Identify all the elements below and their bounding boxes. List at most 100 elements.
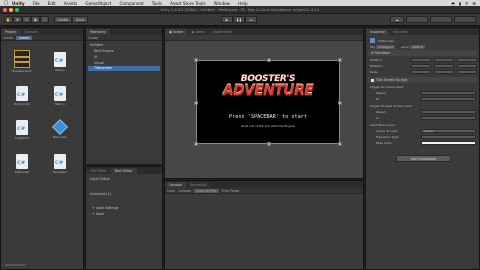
rotation-z-field[interactable] xyxy=(457,64,477,68)
list-icon[interactable]: ☰ xyxy=(472,1,476,6)
object-field[interactable] xyxy=(421,110,476,114)
resize-handle[interactable] xyxy=(338,58,342,62)
menu-assets[interactable]: Assets xyxy=(64,1,78,6)
tab-rect-editor[interactable]: Rect Editor xyxy=(110,168,137,174)
transform-header[interactable]: ✥ Transform xyxy=(368,50,477,56)
menu-edit[interactable]: Edit xyxy=(48,1,56,6)
cloud-button[interactable]: ☁ xyxy=(390,16,404,23)
console-clear-button[interactable]: Clear xyxy=(167,189,175,193)
rotation-y-field[interactable] xyxy=(434,64,454,68)
layer-item-unlocked[interactable]: Unlocked (1) xyxy=(90,192,111,196)
scale-y-field[interactable] xyxy=(434,70,454,74)
resize-handle[interactable] xyxy=(194,101,198,105)
console-subbar: Clear Collapse Clear on Play Error Pause xyxy=(165,188,363,194)
layers-dropdown[interactable] xyxy=(430,16,452,23)
menu-unity[interactable]: Unity xyxy=(12,1,25,6)
menu-tools[interactable]: Tools xyxy=(152,1,162,6)
checkbox-icon[interactable] xyxy=(371,78,374,82)
project-assets-tab[interactable]: Assets xyxy=(16,35,33,40)
section-new-screen[interactable]: Toggle On New Screen Load xyxy=(370,103,476,108)
hierarchy-item-untitled[interactable]: Untitled xyxy=(90,43,103,47)
tab-tile-editor[interactable]: Tile Editor xyxy=(86,168,111,174)
resize-handle[interactable] xyxy=(194,142,198,146)
ui-field[interactable] xyxy=(421,116,476,120)
asset-item[interactable]: C# FileHandler xyxy=(11,154,33,182)
object-field[interactable] xyxy=(421,91,476,95)
menu-help[interactable]: Help xyxy=(238,1,248,6)
save-button[interactable]: + Save xyxy=(92,212,104,216)
section-scene-start[interactable]: Toggle On Scene Start xyxy=(370,84,476,89)
minimize-window-icon[interactable] xyxy=(9,8,13,12)
menu-file[interactable]: File xyxy=(33,1,40,6)
fade-color-field[interactable] xyxy=(421,141,476,145)
hierarchy-item-rect-engine[interactable]: Rect Engine xyxy=(94,49,114,53)
game-canvas[interactable]: BOOSTER'S ADVENTURE Press 'SPACEBAR' to … xyxy=(194,58,342,146)
rotation-x-field[interactable] xyxy=(411,64,431,68)
pause-button[interactable]: ❚❚ xyxy=(233,16,245,23)
add-component-button[interactable]: Add Component xyxy=(396,155,451,162)
object-name-field[interactable]: Titlescreen xyxy=(378,39,394,43)
move-tool-button[interactable]: ✥ xyxy=(13,16,22,23)
asset-item[interactable]: C# Build_Script xyxy=(11,86,33,114)
asset-item[interactable]: C# Data_A xyxy=(49,52,71,80)
asset-item[interactable]: C# LoadScript xyxy=(11,120,33,148)
console-collapse-button[interactable]: Collapse xyxy=(178,189,191,193)
zoom-window-icon[interactable] xyxy=(15,8,19,12)
asset-item[interactable]: C# Workspace xyxy=(49,154,71,182)
asset-item[interactable]: BoosterAdvent xyxy=(11,50,33,78)
section-label: Load New Scene xyxy=(370,122,395,127)
inspector-tag-row: Tag Untagged Layer Default xyxy=(370,44,476,49)
section-load-scene[interactable]: Load New Scene xyxy=(370,122,476,127)
resize-handle[interactable] xyxy=(338,101,342,105)
search-icon[interactable]: ⚲ xyxy=(465,1,468,6)
script-header[interactable]: Title Screen (Script) xyxy=(368,77,477,83)
position-z-field[interactable] xyxy=(457,58,477,62)
hierarchy-item-ui[interactable]: UI xyxy=(94,55,97,59)
scale-tool-button[interactable]: ▣ xyxy=(31,16,40,23)
csharp-file-icon: C# xyxy=(16,86,28,101)
step-button[interactable]: ⏭ xyxy=(245,16,257,23)
wifi-icon[interactable]: ◓ xyxy=(451,1,455,6)
battery-icon[interactable]: ▮ xyxy=(459,1,461,6)
load-settings-button[interactable]: + Load Settings xyxy=(92,206,118,210)
layer-dropdown[interactable]: Default xyxy=(410,44,426,49)
resize-handle[interactable] xyxy=(267,58,271,62)
tab-inspector[interactable]: Inspector xyxy=(366,29,390,35)
rotate-icon: ↻ xyxy=(25,17,28,22)
ui-field[interactable] xyxy=(421,97,476,101)
scene-to-load-field[interactable]: Level_1 xyxy=(421,129,476,133)
resize-handle[interactable] xyxy=(338,142,342,146)
tag-dropdown[interactable]: Untagged xyxy=(376,44,395,49)
position-x-field[interactable] xyxy=(411,58,431,62)
account-dropdown[interactable] xyxy=(406,16,428,23)
resize-handle[interactable] xyxy=(194,58,198,62)
hand-tool-button[interactable]: ✋ xyxy=(4,16,13,23)
position-y-field[interactable] xyxy=(434,58,454,62)
scale-x-field[interactable] xyxy=(411,70,431,74)
console-clear-on-play-button[interactable]: Clear on Play xyxy=(194,188,219,193)
console-error-pause-button[interactable]: Error Pause xyxy=(222,189,240,193)
rect-tool-button[interactable]: ▢ xyxy=(40,16,49,23)
hierarchy-item-titlescreen[interactable]: Titlescreen xyxy=(88,66,160,71)
tab-services[interactable]: Services xyxy=(389,29,412,35)
scale-z-field[interactable] xyxy=(457,70,477,74)
hierarchy-create-button[interactable]: Create xyxy=(88,36,98,40)
menu-gameobject[interactable]: GameObject xyxy=(85,1,111,6)
menu-asset-store-tools[interactable]: Asset Store Tools xyxy=(170,1,206,6)
menu-window[interactable]: Window xyxy=(214,1,231,6)
project-zoom-slider[interactable] xyxy=(5,264,25,266)
layout-dropdown[interactable] xyxy=(454,16,476,23)
pivot-local-button[interactable]: Local xyxy=(72,16,88,23)
play-button[interactable]: ▶ xyxy=(221,16,233,23)
menu-component[interactable]: Component xyxy=(119,1,143,6)
close-window-icon[interactable] xyxy=(3,8,7,12)
hierarchy-item-visual[interactable]: Visual xyxy=(94,61,104,65)
resize-handle[interactable] xyxy=(267,142,271,146)
asset-label: BoosterAdvent xyxy=(12,70,32,73)
pivot-center-button[interactable]: Center xyxy=(54,16,72,23)
transition-type-dropdown[interactable] xyxy=(421,135,476,139)
project-create-button[interactable]: Create xyxy=(3,36,13,40)
asset-item[interactable]: New_Cube xyxy=(49,119,71,148)
asset-item[interactable]: C# Math_A xyxy=(49,86,71,114)
rotate-tool-button[interactable]: ↻ xyxy=(22,16,31,23)
